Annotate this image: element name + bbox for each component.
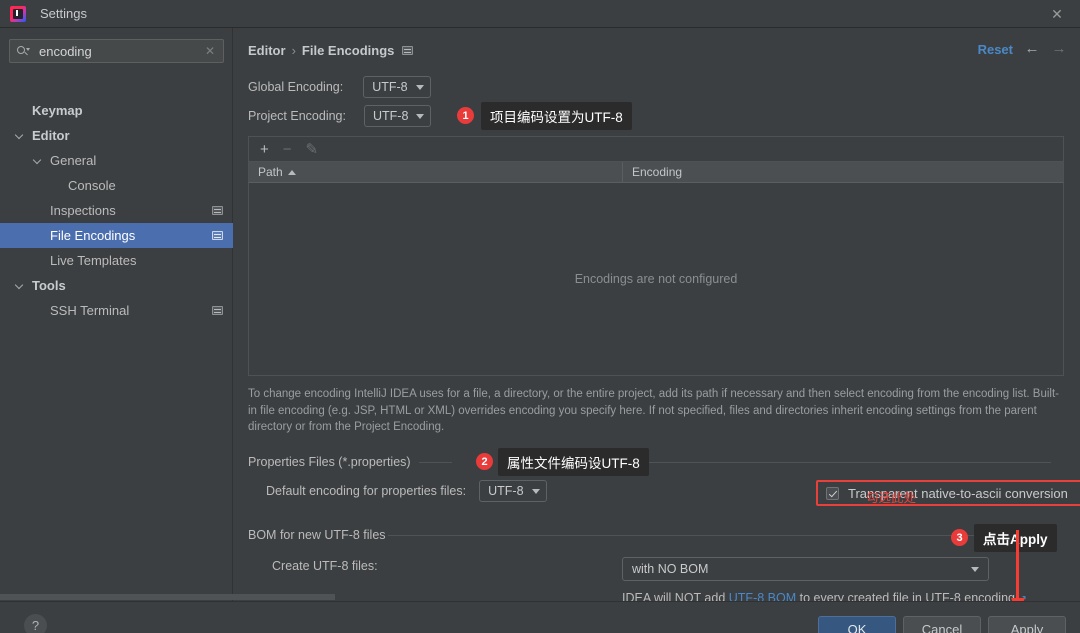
sidebar-item-keymap[interactable]: Keymap <box>0 98 233 123</box>
reset-link[interactable]: Reset <box>978 42 1013 57</box>
search-icon <box>17 45 30 58</box>
encodings-table-header: Path Encoding <box>248 161 1064 183</box>
breadcrumb: Editor › File Encodings <box>248 43 414 58</box>
add-icon[interactable]: + <box>260 142 269 157</box>
column-header-path[interactable]: Path <box>249 162 623 182</box>
column-header-encoding[interactable]: Encoding <box>623 165 682 179</box>
annotation-badge-3: 3 <box>951 529 968 546</box>
settings-tree: Keymap Editor General Console Inspections Fil… <box>0 98 233 323</box>
sort-ascending-icon <box>287 169 296 175</box>
default-properties-encoding-dropdown[interactable]: UTF-8 <box>479 480 547 502</box>
dialog-footer: ? OK Cancel Apply <box>0 601 1080 633</box>
annotation-tooltip-1: 项目编码设置为UTF-8 <box>481 102 632 130</box>
section-divider <box>419 462 452 463</box>
breadcrumb-separator: › <box>291 43 296 58</box>
arrow-left-icon[interactable]: ← <box>1023 41 1041 57</box>
title-bar: Settings ✕ <box>0 0 1080 28</box>
sidebar-item-editor[interactable]: Editor <box>0 123 233 148</box>
global-encoding-dropdown[interactable]: UTF-8 <box>363 76 431 98</box>
project-scope-icon <box>212 306 223 315</box>
project-scope-icon <box>402 46 414 55</box>
global-encoding-value: UTF-8 <box>372 80 408 94</box>
settings-sidebar: encoding ✕ Keymap Editor General Console Ins… <box>0 28 233 601</box>
sidebar-item-label: SSH Terminal <box>50 303 130 318</box>
checkbox-red-note: 勾选此处 <box>866 491 917 505</box>
sidebar-item-label: Console <box>68 178 116 193</box>
chevron-down-icon[interactable] <box>16 131 26 141</box>
remove-icon: − <box>282 140 292 158</box>
annotation-tooltip-2: 属性文件编码设UTF-8 <box>498 448 649 476</box>
sidebar-item-label: File Encodings <box>50 228 136 243</box>
close-icon[interactable]: ✕ <box>205 45 215 57</box>
intellij-idea-icon <box>10 5 26 22</box>
create-utf8-files-dropdown[interactable]: with NO BOM <box>622 557 989 581</box>
project-encoding-dropdown[interactable]: UTF-8 <box>363 105 432 127</box>
sidebar-item-live-templates[interactable]: Live Templates <box>0 248 233 273</box>
encodings-table-toolbar: + − ✎ <box>248 136 1064 161</box>
create-utf8-label-row: Create UTF-8 files: <box>272 559 378 573</box>
create-utf8-files-label: Create UTF-8 files: <box>272 559 378 573</box>
annotation-badge-1: 1 <box>457 107 474 124</box>
sidebar-item-label: Editor <box>32 128 70 143</box>
encodings-table-body[interactable]: Encodings are not configured <box>248 183 1064 376</box>
sidebar-item-inspections[interactable]: Inspections <box>0 198 233 223</box>
native-to-ascii-checkbox[interactable] <box>826 487 839 500</box>
apply-button[interactable]: Apply <box>988 616 1066 633</box>
settings-main-panel: Editor › File Encodings Reset ← → Global… <box>233 28 1080 605</box>
default-properties-encoding-label: Default encoding for properties files: <box>266 484 467 498</box>
settings-dialog: Settings ✕ encoding ✕ Keymap Editor Genera… <box>0 0 1080 633</box>
sidebar-item-general[interactable]: General <box>0 148 233 173</box>
breadcrumb-parent[interactable]: Editor <box>248 43 286 58</box>
encodings-description: To change encoding IntelliJ IDEA uses fo… <box>248 388 1059 433</box>
chevron-down-icon <box>971 566 979 572</box>
default-properties-encoding-row: Default encoding for properties files: U… <box>266 480 547 502</box>
section-divider <box>637 462 1051 463</box>
chevron-down-icon <box>531 488 540 494</box>
native-to-ascii-checkbox-row[interactable]: Transparent native-to-ascii conversion <box>826 486 1068 501</box>
arrow-right-icon[interactable]: → <box>1050 41 1068 57</box>
create-utf8-files-value: with NO BOM <box>632 562 709 576</box>
chevron-down-icon[interactable] <box>16 281 26 291</box>
cancel-button[interactable]: Cancel <box>903 616 981 633</box>
sidebar-item-ssh-terminal[interactable]: SSH Terminal <box>0 298 233 323</box>
sidebar-item-label: Keymap <box>32 103 83 118</box>
sidebar-item-tools[interactable]: Tools <box>0 273 233 298</box>
empty-state-text: Encodings are not configured <box>574 272 738 286</box>
sidebar-item-file-encodings[interactable]: File Encodings <box>0 223 233 248</box>
window-title: Settings <box>40 6 87 21</box>
sidebar-item-label: General <box>50 153 97 168</box>
bom-section-title: BOM for new UTF-8 files <box>248 528 386 542</box>
help-button[interactable]: ? <box>24 614 47 633</box>
global-encoding-row: Global Encoding: UTF-8 <box>248 76 431 98</box>
sidebar-item-label: Live Templates <box>50 253 137 268</box>
properties-section-title: Properties Files (*.properties) <box>248 455 411 469</box>
horizontal-scrollbar[interactable] <box>0 594 335 600</box>
project-scope-icon <box>212 206 223 215</box>
annotation-badge-2: 2 <box>476 453 493 470</box>
ok-button[interactable]: OK <box>818 616 896 633</box>
project-encoding-label: Project Encoding: <box>248 109 346 123</box>
chevron-down-icon <box>415 84 424 90</box>
breadcrumb-current: File Encodings <box>301 43 395 58</box>
search-input-value: encoding <box>39 43 92 59</box>
sidebar-item-console[interactable]: Console <box>0 173 233 198</box>
project-encoding-row: Project Encoding: UTF-8 <box>248 105 432 127</box>
project-encoding-value: UTF-8 <box>372 109 409 123</box>
global-encoding-label: Global Encoding: <box>248 80 344 94</box>
sidebar-item-label: Tools <box>32 278 66 293</box>
chevron-down-icon[interactable] <box>34 156 44 166</box>
default-properties-encoding-value: UTF-8 <box>488 484 524 498</box>
column-header-path-label: Path <box>258 165 283 179</box>
sidebar-item-label: Inspections <box>50 203 116 218</box>
search-input[interactable]: encoding ✕ <box>9 39 224 63</box>
project-scope-icon <box>212 231 223 240</box>
edit-icon: ✎ <box>305 140 319 158</box>
close-icon[interactable]: ✕ <box>1034 0 1080 27</box>
chevron-down-icon <box>416 113 425 119</box>
